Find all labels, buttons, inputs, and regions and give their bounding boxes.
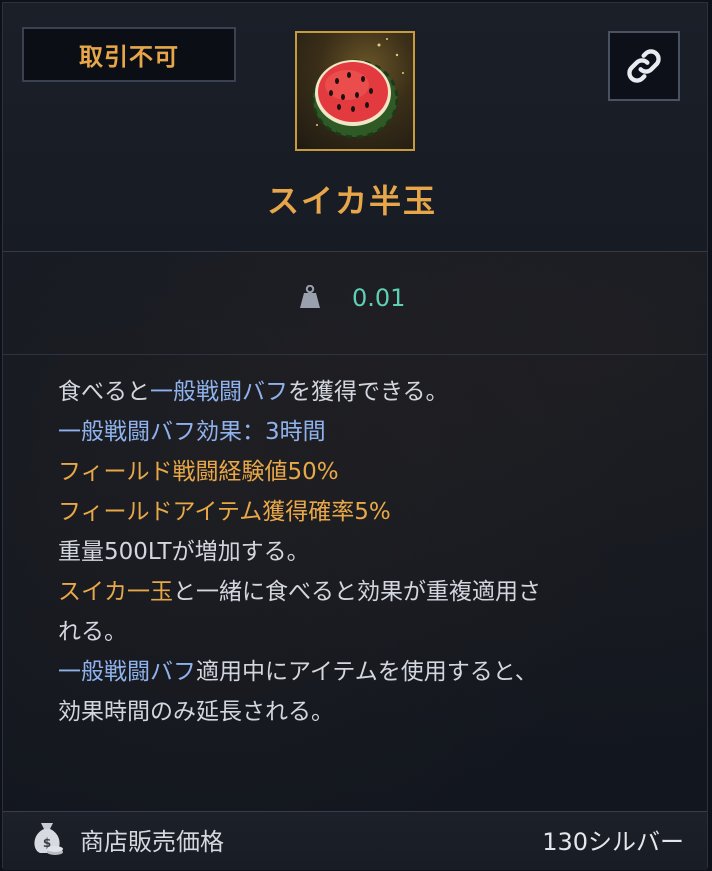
description-segment: と一緒に食べると効果が重複適用さ: [173, 579, 541, 605]
shop-price-label: 商店販売価格: [80, 828, 224, 856]
description-segment: 効果時間のみ延長される。: [58, 699, 334, 725]
description-segment: 食べると: [58, 379, 150, 405]
description-line: フィールドアイテム獲得確率5%: [58, 492, 658, 532]
link-icon: [627, 49, 661, 83]
description-line: れる。: [58, 612, 658, 652]
description-segment: 一般戦闘バフ効果：3時間: [58, 419, 326, 445]
link-button[interactable]: [608, 31, 680, 101]
description-line: 一般戦闘バフ効果：3時間: [58, 412, 658, 452]
shop-price-value: 130シルバー: [542, 828, 684, 856]
description-line: フィールド戦闘経験値50%: [58, 452, 658, 492]
description-segment: フィールドアイテム獲得確率5%: [58, 499, 391, 525]
watermelon-half-icon: [295, 31, 415, 151]
description-segment: れる。: [58, 619, 127, 645]
description-segment: 適用中にアイテムを使用すると、: [196, 659, 538, 685]
item-description: 食べると一般戦闘バフを獲得できる。 一般戦闘バフ効果：3時間 フィールド戦闘経験値5…: [58, 372, 658, 732]
description-segment: 一般戦闘バフ: [58, 659, 196, 685]
description-line: 重量500LTが増加する。: [58, 532, 658, 572]
description-line: 一般戦闘バフ適用中にアイテムを使用すると、: [58, 652, 658, 692]
untradeable-badge-label: 取引不可: [79, 43, 179, 71]
description-segment: 一般戦闘バフ: [150, 379, 288, 405]
description-segment: スイカ一玉: [58, 579, 173, 605]
item-name: スイカ半玉: [266, 182, 437, 220]
untradeable-badge: 取引不可: [22, 27, 236, 82]
description-segment: フィールド戦闘経験値50%: [58, 459, 339, 485]
description-line: 食べると一般戦闘バフを獲得できる。: [58, 372, 658, 412]
description-line: スイカ一玉と一緒に食べると効果が重複適用さ: [58, 572, 658, 612]
description-segment: を獲得できる。: [288, 379, 449, 405]
weight-icon: [300, 285, 320, 308]
weight-value: 0.01: [352, 284, 406, 312]
description-line: 効果時間のみ延長される。: [58, 692, 658, 732]
description-segment: 重量500LTが増加する。: [58, 539, 310, 565]
coin-bag-icon: $: [34, 823, 63, 855]
